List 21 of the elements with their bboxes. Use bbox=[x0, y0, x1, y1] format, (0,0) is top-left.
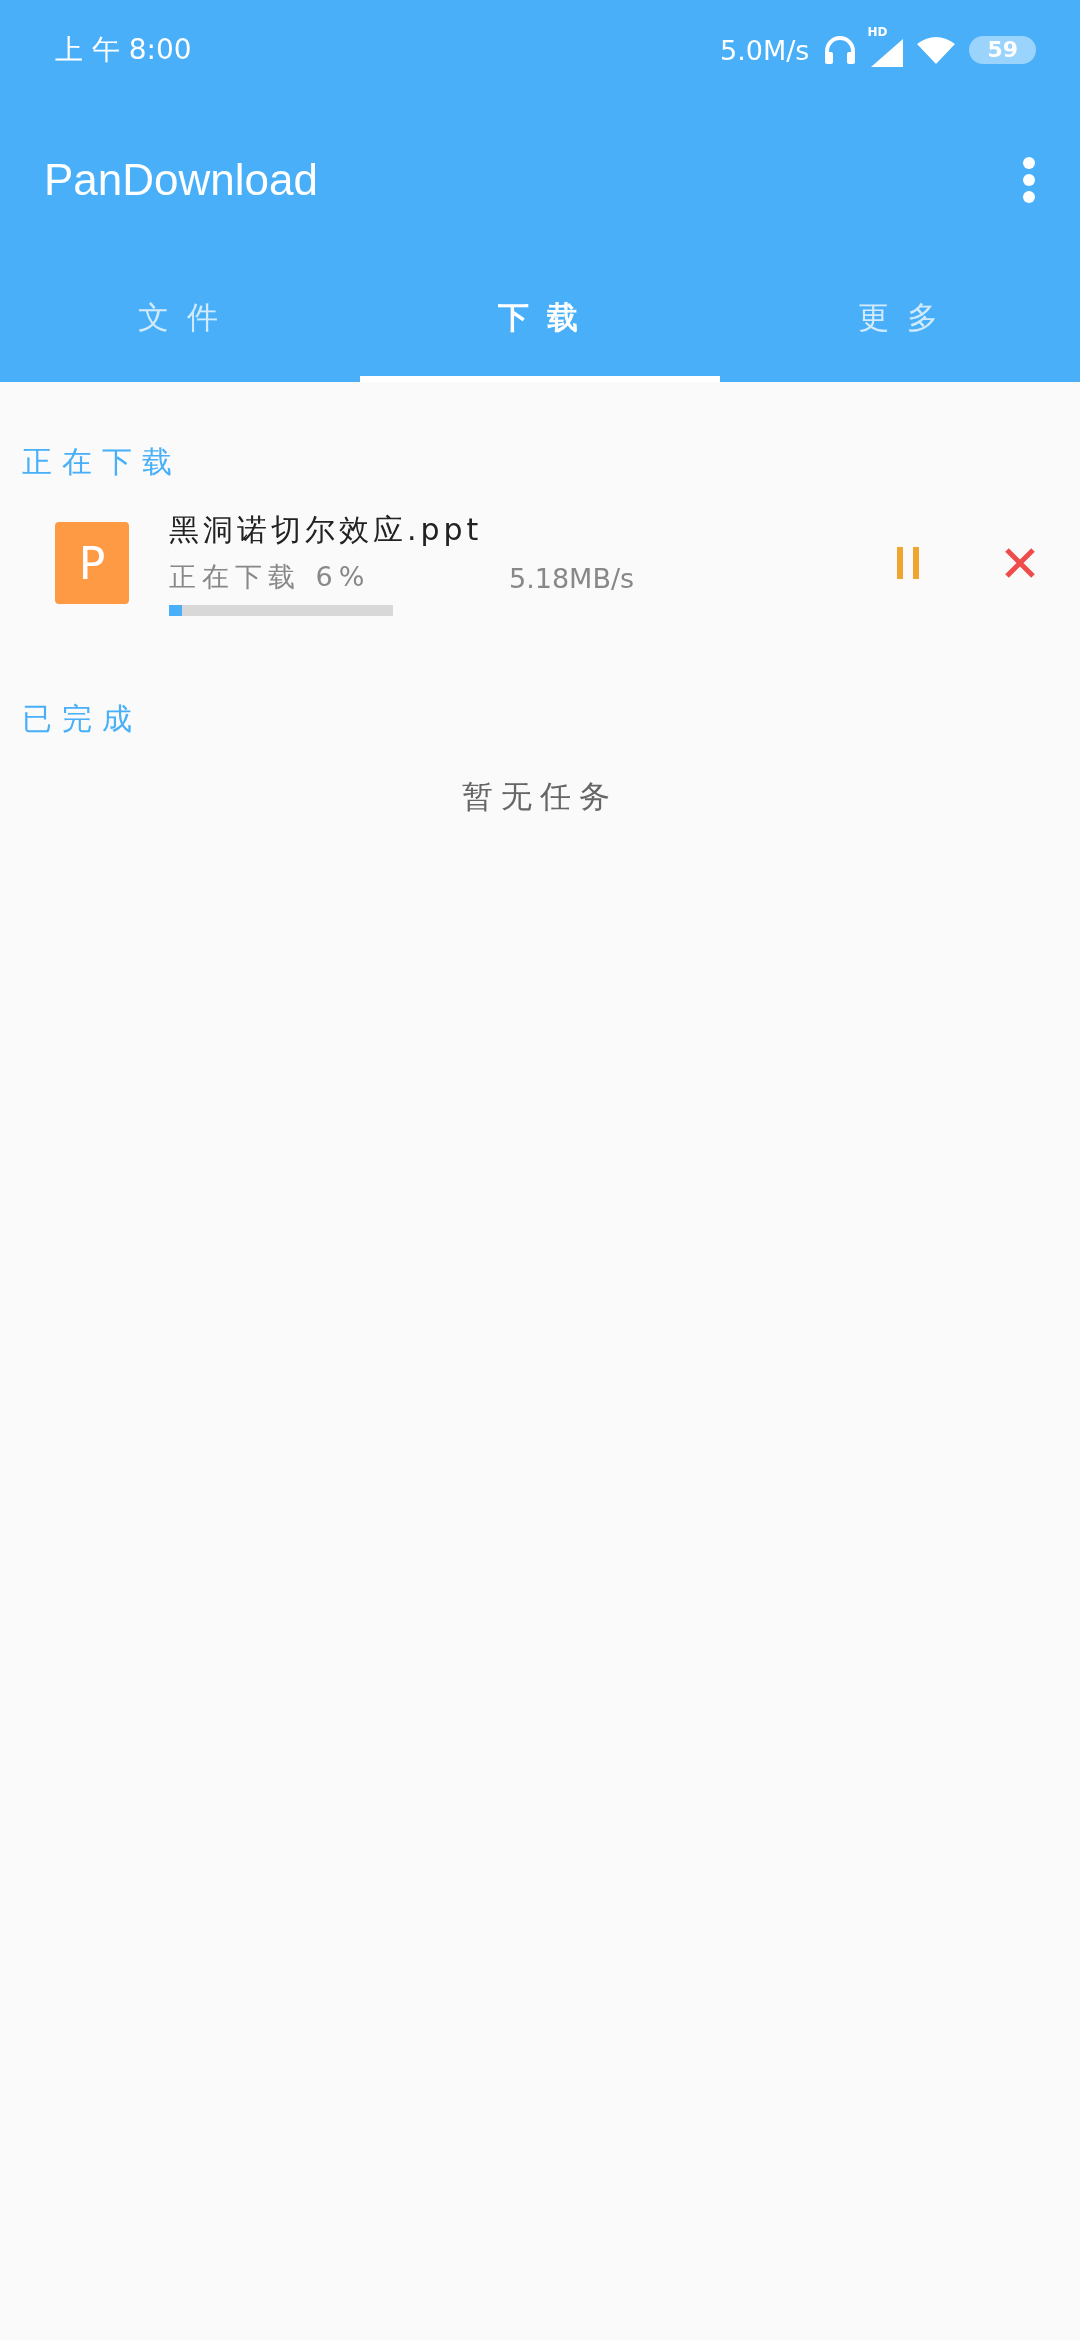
empty-message: 暂无任务 bbox=[462, 777, 618, 816]
more-options-icon[interactable] bbox=[1022, 156, 1036, 204]
close-icon[interactable] bbox=[1004, 547, 1036, 579]
battery-indicator: 59 bbox=[969, 36, 1036, 64]
section-heading: 正在下载 bbox=[21, 443, 183, 481]
tab[interactable]: 下 载 bbox=[360, 260, 720, 382]
hd-label: HD bbox=[867, 25, 888, 39]
section-heading: 已完成 bbox=[21, 700, 143, 738]
download-status: 正在下载 6% bbox=[169, 560, 371, 594]
tab[interactable]: 更 多 bbox=[720, 260, 1080, 382]
file-icon: P bbox=[55, 522, 129, 604]
network-speed: 5.0M/s bbox=[719, 34, 810, 66]
download-speed: 5.18MB/s bbox=[509, 562, 635, 594]
pause-icon[interactable] bbox=[897, 547, 919, 579]
headphones-icon bbox=[823, 35, 858, 65]
wifi-icon bbox=[917, 36, 956, 64]
file-name: 黑洞诺切尔效应.ppt bbox=[169, 511, 483, 549]
signal-icon bbox=[871, 39, 904, 67]
app-title: PanDownload bbox=[44, 155, 318, 205]
status-time: 上 午 8:00 bbox=[55, 32, 192, 68]
tab[interactable]: 文 件 bbox=[0, 260, 360, 382]
